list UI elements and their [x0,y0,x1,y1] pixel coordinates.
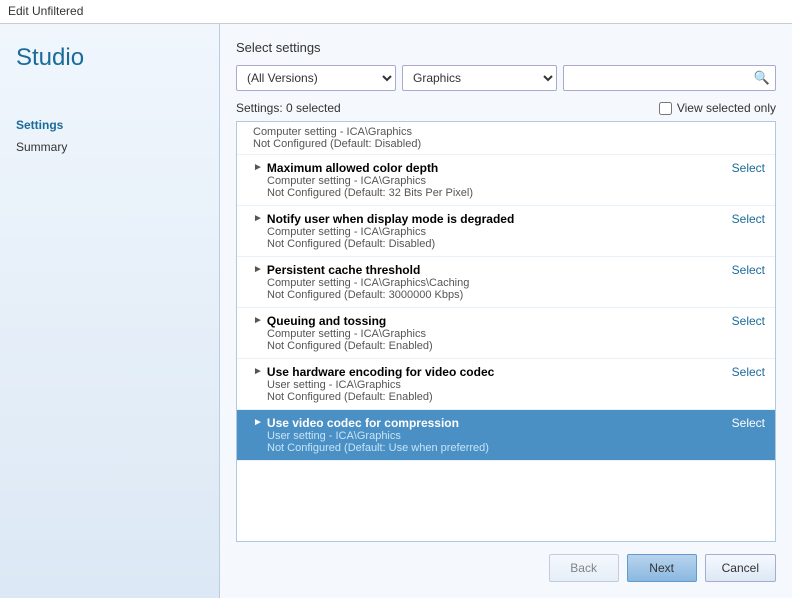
view-selected-only-checkbox[interactable] [659,102,672,115]
view-selected-only-label[interactable]: View selected only [659,101,776,115]
select-button-5[interactable]: Select [732,365,765,379]
setting-name: Maximum allowed color depth [267,161,438,175]
setting-status: Not Configured (Default: Disabled) [267,238,765,250]
setting-name: Use video codec for compression [267,416,459,430]
setting-title-wrapper: ► Use video codec for compression [253,416,459,430]
right-panel: Select settings (All Versions) XenApp 7.… [220,24,792,598]
setting-name: Use hardware encoding for video codec [267,365,494,379]
settings-list: Computer setting - ICA\Graphics Not Conf… [237,122,775,461]
studio-logo: Studio [16,44,203,84]
sidebar-item-summary[interactable]: Summary [16,136,203,158]
select-button-2[interactable]: Select [732,212,765,226]
expand-arrow-icon: ► [253,417,263,428]
setting-path: Computer setting - ICA\Graphics [267,226,765,238]
setting-status: Not Configured (Default: Disabled) [253,138,765,150]
title-bar: Edit Unfiltered [0,0,792,24]
setting-path: Computer setting - ICA\Graphics\Caching [267,277,765,289]
setting-name: Persistent cache threshold [267,263,420,277]
expand-arrow-icon: ► [253,162,263,173]
search-icon: 🔍 [754,70,770,86]
view-selected-only-text: View selected only [677,101,776,115]
select-button-4[interactable]: Select [732,314,765,328]
category-filter[interactable]: Graphics ICA Multimedia Virtual Channels [402,65,557,91]
list-item[interactable]: ► Maximum allowed color depth Select Com… [237,155,775,206]
list-item[interactable]: ► Use hardware encoding for video codec … [237,359,775,410]
setting-name: Notify user when display mode is degrade… [267,212,514,226]
setting-header: ► Queuing and tossing Select [253,314,765,328]
setting-header: ► Maximum allowed color depth Select [253,161,765,175]
expand-arrow-icon: ► [253,366,263,377]
settings-list-container[interactable]: Computer setting - ICA\Graphics Not Conf… [236,121,776,542]
setting-title-wrapper: ► Maximum allowed color depth [253,161,438,175]
list-item[interactable]: ► Queuing and tossing Select Computer se… [237,308,775,359]
setting-status: Not Configured (Default: 3000000 Kbps) [267,289,765,301]
select-button-1[interactable]: Select [732,161,765,175]
select-button-6[interactable]: Select [732,416,765,430]
expand-arrow-icon: ► [253,213,263,224]
sidebar: Studio Settings Summary [0,24,220,598]
expand-arrow-icon: ► [253,264,263,275]
setting-header: ► Use hardware encoding for video codec … [253,365,765,379]
sidebar-nav: Settings Summary [16,114,203,158]
filter-row: (All Versions) XenApp 7.x XenDesktop 7.x… [236,65,776,91]
list-item: Computer setting - ICA\Graphics Not Conf… [237,122,775,155]
setting-title-wrapper: ► Use hardware encoding for video codec [253,365,494,379]
setting-path: Computer setting - ICA\Graphics [267,175,765,187]
footer-buttons: Back Next Cancel [236,542,776,582]
setting-header: ► Persistent cache threshold Select [253,263,765,277]
list-item[interactable]: ► Notify user when display mode is degra… [237,206,775,257]
setting-path: User setting - ICA\Graphics [267,379,765,391]
setting-path: Computer setting - ICA\Graphics [267,328,765,340]
version-filter[interactable]: (All Versions) XenApp 7.x XenDesktop 7.x [236,65,396,91]
setting-path: User setting - ICA\Graphics [267,430,765,442]
setting-path: Computer setting - ICA\Graphics [253,126,765,138]
next-button[interactable]: Next [627,554,697,582]
main-content: Studio Settings Summary Select settings … [0,24,792,598]
setting-status: Not Configured (Default: 32 Bits Per Pix… [267,187,765,199]
sidebar-item-settings[interactable]: Settings [16,114,203,136]
back-button[interactable]: Back [549,554,619,582]
setting-title-wrapper: ► Persistent cache threshold [253,263,420,277]
search-input[interactable] [563,65,776,91]
setting-title-wrapper: ► Queuing and tossing [253,314,386,328]
setting-status: Not Configured (Default: Use when prefer… [267,442,765,454]
expand-arrow-icon: ► [253,315,263,326]
setting-status: Not Configured (Default: Enabled) [267,340,765,352]
title-bar-label: Edit Unfiltered [8,4,83,18]
setting-status: Not Configured (Default: Enabled) [267,391,765,403]
setting-name: Queuing and tossing [267,314,386,328]
settings-count: Settings: 0 selected [236,101,341,115]
settings-info-row: Settings: 0 selected View selected only [236,101,776,115]
setting-title-wrapper: ► Notify user when display mode is degra… [253,212,514,226]
setting-header: ► Notify user when display mode is degra… [253,212,765,226]
list-item[interactable]: ► Persistent cache threshold Select Comp… [237,257,775,308]
setting-header: ► Use video codec for compression Select [253,416,765,430]
select-button-3[interactable]: Select [732,263,765,277]
cancel-button[interactable]: Cancel [705,554,776,582]
search-box: 🔍 [563,65,776,91]
list-item[interactable]: ► Use video codec for compression Select… [237,410,775,461]
panel-heading: Select settings [236,40,776,55]
